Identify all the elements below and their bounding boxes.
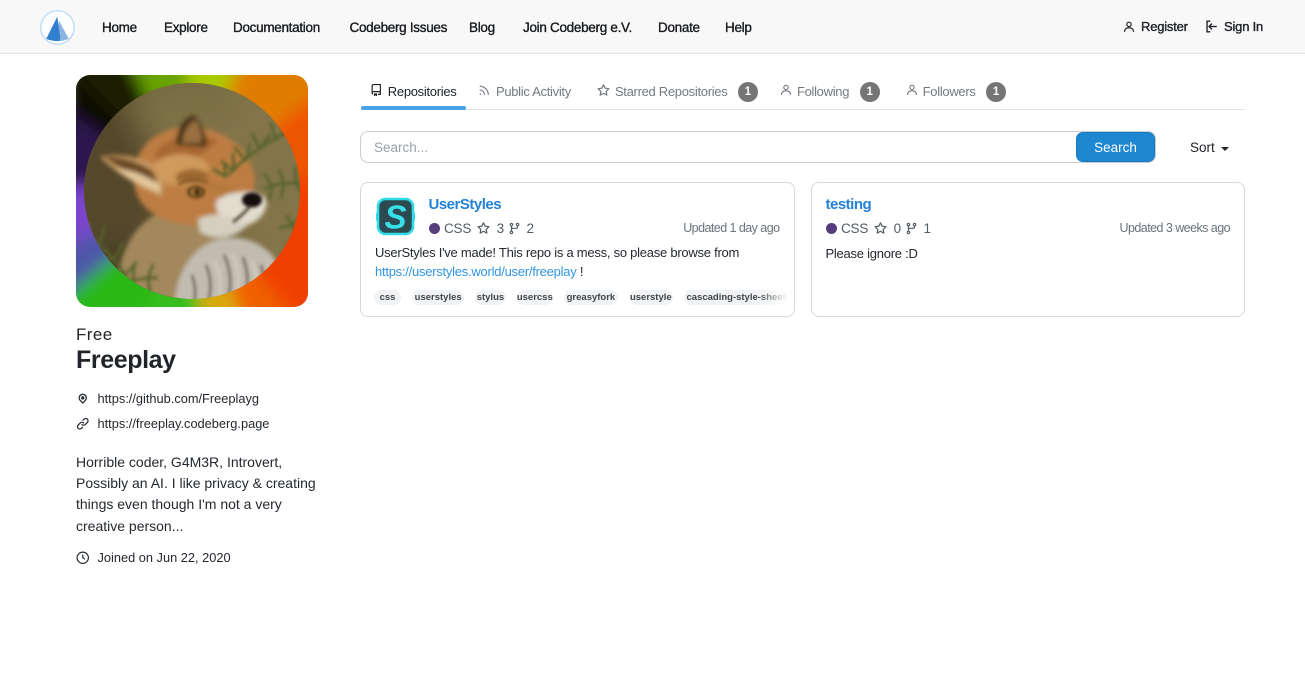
svg-text:S: S: [384, 199, 406, 236]
